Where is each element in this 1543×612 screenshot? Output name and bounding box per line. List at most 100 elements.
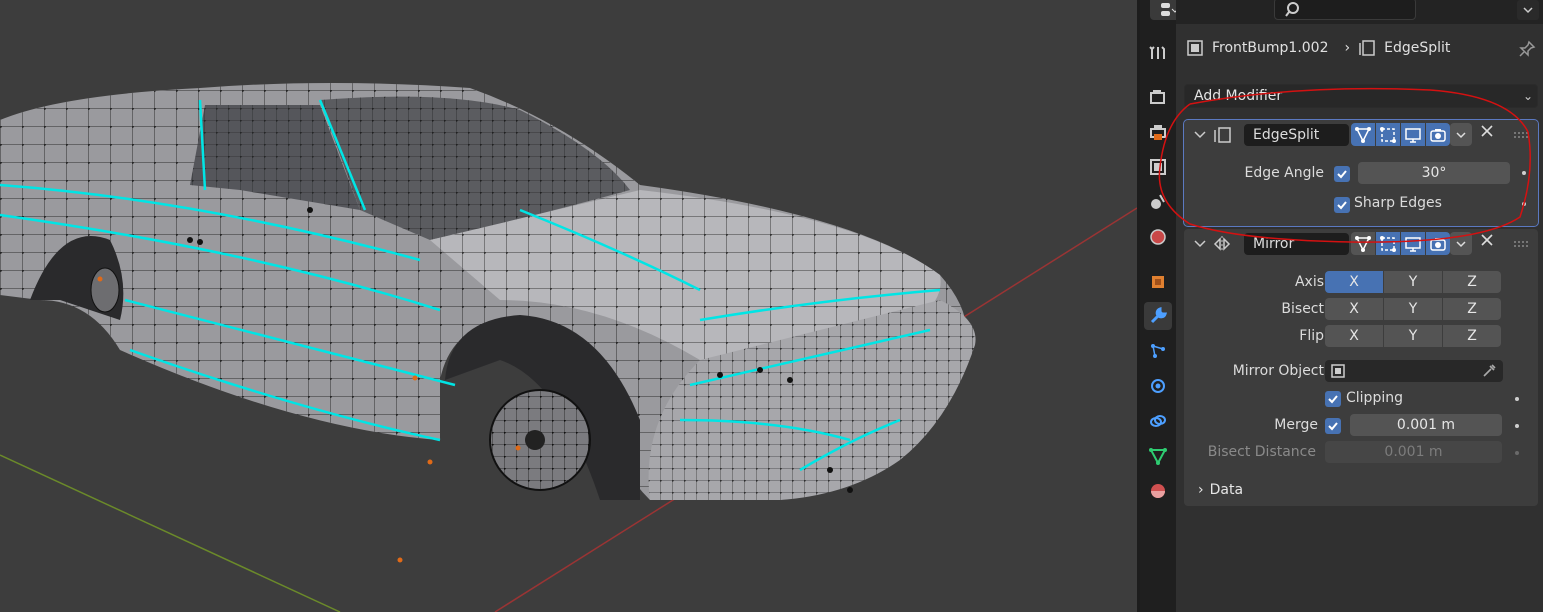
flip-y-toggle[interactable]: Y [1384,325,1442,347]
world-icon [1150,229,1166,245]
properties-tab-column [1140,0,1186,612]
keyframe-dot[interactable] [1522,171,1526,175]
breadcrumb-modifier: EdgeSplit [1384,40,1451,56]
sharp-edges-checkbox[interactable] [1334,197,1350,213]
camera-icon [1430,128,1446,142]
mesh-object-icon [1187,40,1203,56]
edit-mode-icon [1355,235,1371,252]
render-toggle[interactable] [1426,123,1450,146]
edgesplit-modifier-icon [1359,40,1375,56]
search-field[interactable] [1274,0,1416,20]
camera-icon [1430,237,1446,251]
flip-x-toggle[interactable]: X [1325,325,1383,347]
keyframe-dot[interactable] [1522,202,1526,206]
mirror-object-label: Mirror Object [1232,363,1324,379]
clipping-checkbox[interactable] [1325,391,1341,407]
close-icon[interactable] [1480,124,1494,138]
realtime-toggle[interactable] [1401,232,1425,255]
edgesplit-panel-header[interactable]: EdgeSplit [1184,120,1538,150]
chevron-down-icon [1523,7,1533,14]
viewport-scene [0,83,1137,612]
view-layer-icon [1150,159,1166,175]
rear-wheel [90,267,120,313]
edgesplit-name-field[interactable]: EdgeSplit [1244,124,1349,146]
edit-mode-toggle[interactable] [1351,232,1375,255]
pin-icon[interactable] [1518,40,1536,58]
tab-constraints[interactable] [1144,407,1172,435]
tab-data[interactable] [1144,442,1172,470]
tab-render[interactable] [1144,83,1172,111]
bisect-z-toggle[interactable]: Z [1443,298,1501,320]
drag-grip-icon[interactable] [1514,241,1528,247]
keyframe-dot[interactable] [1515,451,1519,455]
breadcrumb: FrontBump1.002 › EdgeSplit [1186,36,1450,60]
edge-angle-checkbox[interactable] [1334,166,1350,182]
tab-scene[interactable] [1144,188,1172,216]
chevron-down-icon: ⌄ [1522,89,1533,103]
physics-icon [1151,379,1165,393]
tab-particles[interactable] [1144,337,1172,365]
axis-z-toggle[interactable]: Z [1443,271,1501,293]
tab-world[interactable] [1144,223,1172,251]
tab-modifiers[interactable] [1144,302,1172,330]
merge-label: Merge [1274,417,1318,433]
collapse-chevron-icon[interactable] [1193,237,1207,251]
cage-toggle[interactable] [1376,232,1400,255]
merge-checkbox[interactable] [1325,418,1341,434]
keyframe-dot[interactable] [1515,424,1519,428]
modifier-options-dropdown[interactable] [1450,232,1472,255]
mirror-object-field[interactable] [1325,360,1503,382]
close-icon[interactable] [1480,233,1494,247]
clipping-label: Clipping [1346,390,1403,406]
options-chevron-button[interactable] [1517,0,1539,20]
realtime-toggle[interactable] [1401,123,1425,146]
sharp-edges-label: Sharp Edges [1354,195,1442,211]
edgesplit-modifier-icon [1214,127,1231,143]
axis-y-toggle[interactable]: Y [1384,271,1442,293]
render-toggle[interactable] [1426,232,1450,255]
data-subpanel-header[interactable]: › Data [1198,482,1243,498]
mirror-panel-header[interactable]: Mirror [1184,229,1538,259]
edit-mode-toggle[interactable] [1351,123,1375,146]
mirror-modifier-panel: Mirror Axis X Y Z Bisect X Y Z Flip X Y … [1184,229,1538,506]
keyframe-dot[interactable] [1515,397,1519,401]
merge-distance-field[interactable]: 0.001 m [1350,414,1502,436]
bisect-toggle-group: X Y Z [1325,298,1501,320]
3d-viewport[interactable] [0,0,1137,612]
bisect-distance-label: Bisect Distance [1207,444,1316,460]
checkmark-icon [1337,170,1347,179]
tab-output[interactable] [1144,118,1172,146]
mirror-visibility-toggles [1351,232,1450,255]
cage-toggle[interactable] [1376,123,1400,146]
modifier-options-dropdown[interactable] [1450,123,1472,146]
properties-editor: FrontBump1.002 › EdgeSplit Add Modifier … [1176,0,1543,612]
tab-object[interactable] [1144,268,1172,296]
tab-physics[interactable] [1144,372,1172,400]
flip-z-toggle[interactable]: Z [1443,325,1501,347]
edge-angle-field[interactable]: 30° [1358,162,1510,184]
material-icon [1151,484,1165,498]
bisect-x-toggle[interactable]: X [1325,298,1383,320]
properties-header [1176,0,1543,24]
cage-icon [1380,235,1396,252]
mirror-name-field[interactable]: Mirror [1244,233,1349,255]
flip-label: Flip [1299,328,1324,344]
checkmark-icon [1328,395,1338,404]
flip-toggle-group: X Y Z [1325,325,1501,347]
tab-tool[interactable] [1144,39,1172,67]
add-modifier-dropdown[interactable]: Add Modifier ⌄ [1184,84,1538,108]
edgesplit-modifier-panel: EdgeSplit Edge Angle 30° Sharp Edges [1183,119,1539,227]
bisect-distance-field[interactable]: 0.001 m [1325,441,1502,463]
drag-grip-icon[interactable] [1514,132,1528,138]
chevron-down-icon [1456,131,1466,138]
tab-material[interactable] [1144,477,1172,505]
axis-x-toggle[interactable]: X [1325,271,1383,293]
eyedropper-icon[interactable] [1481,363,1497,379]
monitor-icon [1405,127,1421,143]
collapse-chevron-icon[interactable] [1193,128,1207,142]
axis-toggle-group: X Y Z [1325,271,1501,293]
tab-view-layer[interactable] [1144,153,1172,181]
edge-angle-label: Edge Angle [1244,165,1324,181]
bisect-y-toggle[interactable]: Y [1384,298,1442,320]
breadcrumb-object: FrontBump1.002 [1212,40,1329,56]
